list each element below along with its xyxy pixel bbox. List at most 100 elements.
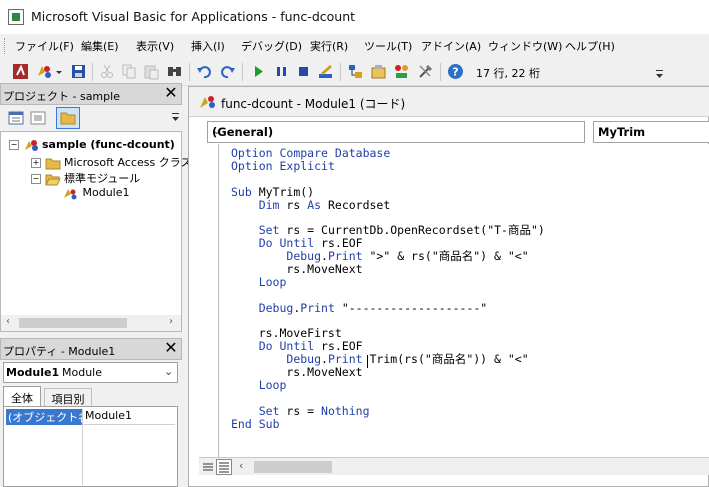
cut-icon[interactable] bbox=[99, 63, 116, 80]
tree-item-access-class[interactable]: + Microsoft Access クラス bbox=[31, 154, 192, 170]
tree-item-standard-modules[interactable]: − 標準モジュール bbox=[31, 170, 140, 186]
save-icon[interactable] bbox=[70, 63, 87, 80]
code-line[interactable]: Loop bbox=[231, 275, 545, 289]
procedure-view-icon[interactable] bbox=[201, 460, 215, 474]
insert-module-icon[interactable] bbox=[36, 63, 53, 80]
toolbar-separator bbox=[92, 63, 93, 81]
menu-view[interactable]: 表示(V) bbox=[136, 38, 174, 54]
tree-root[interactable]: − sample (func-dcount) bbox=[9, 138, 175, 152]
scrollbar-thumb[interactable] bbox=[19, 318, 127, 328]
menu-file[interactable]: ファイル(F) bbox=[15, 38, 74, 54]
view-code-icon[interactable] bbox=[8, 110, 24, 126]
folder-icon bbox=[45, 158, 60, 169]
properties-tabs: 全体 項目別 bbox=[0, 384, 182, 406]
code-line[interactable]: End Sub bbox=[231, 417, 545, 431]
tree-item-module1[interactable]: Module1 bbox=[63, 186, 130, 200]
help-icon[interactable]: ? bbox=[447, 63, 464, 80]
toolbar-separator bbox=[340, 63, 341, 81]
project-tree: − sample (func-dcount) + Microsoft Acces… bbox=[0, 131, 192, 332]
undo-icon[interactable] bbox=[196, 63, 213, 80]
code-line[interactable]: Dim rs As Recordset bbox=[231, 198, 545, 212]
close-icon[interactable]: ✕ bbox=[162, 85, 180, 103]
tree-item-label: Module1 bbox=[82, 186, 130, 199]
toolbox-icon[interactable] bbox=[417, 63, 434, 80]
toggle-folders-button[interactable] bbox=[56, 107, 80, 129]
menu-insert[interactable]: 挿入(I) bbox=[191, 38, 225, 54]
project-pane-title: プロジェクト - sample bbox=[3, 90, 120, 103]
indicator-margin[interactable] bbox=[199, 144, 219, 457]
scroll-left-icon[interactable]: ‹ bbox=[239, 459, 243, 472]
object-name: Module1 bbox=[6, 366, 60, 379]
code-line[interactable]: Debug.Print "-------------------" bbox=[231, 301, 545, 315]
copy-icon[interactable] bbox=[121, 63, 138, 80]
procedure-combo[interactable]: MyTrim bbox=[593, 121, 709, 143]
code-line[interactable] bbox=[231, 173, 545, 186]
design-mode-icon[interactable] bbox=[317, 63, 334, 80]
toolbar-separator bbox=[189, 63, 190, 81]
property-value[interactable]: Module1 bbox=[83, 409, 175, 425]
tree-item-label: 標準モジュール bbox=[64, 172, 141, 185]
code-statusbar: ‹ bbox=[199, 457, 709, 475]
module-icon bbox=[64, 188, 77, 199]
code-line[interactable]: Loop bbox=[231, 379, 545, 392]
open-folder-icon bbox=[44, 174, 61, 185]
code-line[interactable]: Option Compare Database bbox=[231, 147, 545, 160]
code-window: func-dcount - Module1 (コード) (General) ⌄ … bbox=[188, 86, 709, 487]
tab-alphabetic[interactable]: 全体 bbox=[3, 386, 41, 406]
menu-grip[interactable] bbox=[4, 38, 7, 54]
procedure-combo-value: MyTrim bbox=[598, 125, 646, 139]
menu-edit[interactable]: 編集(E) bbox=[81, 38, 119, 54]
tree-item-label: Microsoft Access クラス bbox=[64, 156, 192, 169]
object-type: Module bbox=[62, 366, 102, 379]
menu-window[interactable]: ウィンドウ(W) bbox=[488, 38, 562, 54]
toolbar-options-icon[interactable] bbox=[655, 68, 665, 82]
project-explorer-icon[interactable] bbox=[347, 63, 364, 80]
horizontal-scrollbar[interactable]: ‹ › bbox=[1, 315, 181, 331]
code-line[interactable]: Option Explicit bbox=[231, 159, 545, 173]
menu-bar: ファイル(F) 編集(E) 表示(V) 挿入(I) デバッグ(D) 実行(R) … bbox=[0, 34, 709, 58]
object-selector[interactable]: Module1 Module ⌄ bbox=[3, 362, 178, 383]
dropdown-arrow-icon[interactable] bbox=[55, 63, 63, 80]
project-pane-header: プロジェクト - sample ✕ bbox=[0, 83, 182, 105]
properties-pane-title: プロパティ - Module1 bbox=[3, 345, 116, 358]
break-icon[interactable] bbox=[273, 63, 290, 80]
close-icon[interactable]: ✕ bbox=[162, 340, 180, 358]
module-icon bbox=[199, 94, 217, 110]
menu-addins[interactable]: アドイン(A) bbox=[421, 38, 481, 54]
pane-options-icon[interactable] bbox=[171, 111, 181, 125]
project-icon bbox=[24, 140, 38, 151]
project-root-label: sample (func-dcount) bbox=[42, 138, 175, 151]
menu-run[interactable]: 実行(R) bbox=[310, 38, 348, 54]
reset-icon[interactable] bbox=[295, 63, 312, 80]
property-key-selected[interactable]: (オブジェクト名) bbox=[6, 409, 94, 425]
cursor-position: 17 行, 22 桁 bbox=[476, 67, 540, 80]
scrollbar-thumb[interactable] bbox=[254, 461, 332, 473]
run-icon[interactable] bbox=[250, 63, 267, 80]
chevron-down-icon[interactable]: ⌄ bbox=[212, 124, 580, 137]
toolbar-separator bbox=[440, 63, 441, 81]
collapse-icon[interactable]: − bbox=[31, 174, 41, 184]
view-object-icon[interactable] bbox=[30, 110, 46, 126]
scroll-right-icon[interactable]: › bbox=[169, 316, 173, 327]
chevron-down-icon[interactable]: ⌄ bbox=[164, 365, 173, 378]
standard-toolbar: ? 17 行, 22 桁 bbox=[0, 58, 709, 86]
code-text[interactable]: Option Compare Database Option Explicit Su… bbox=[231, 147, 545, 431]
scroll-left-icon[interactable]: ‹ bbox=[6, 316, 10, 327]
tab-categorized[interactable]: 項目別 bbox=[44, 388, 92, 406]
find-icon[interactable] bbox=[166, 63, 183, 80]
menu-help[interactable]: ヘルプ(H) bbox=[565, 38, 615, 54]
menu-debug[interactable]: デバッグ(D) bbox=[241, 38, 302, 54]
access-view-icon[interactable] bbox=[12, 63, 29, 80]
paste-icon[interactable] bbox=[143, 63, 160, 80]
full-module-view-icon[interactable] bbox=[216, 459, 232, 475]
object-browser-icon[interactable] bbox=[393, 63, 410, 80]
grid-divider bbox=[82, 409, 83, 485]
project-toolbar bbox=[0, 105, 182, 131]
redo-icon[interactable] bbox=[219, 63, 236, 80]
code-window-title: func-dcount - Module1 (コード) bbox=[221, 97, 406, 111]
menu-tools[interactable]: ツール(T) bbox=[364, 38, 412, 54]
object-combo[interactable]: (General) ⌄ bbox=[207, 121, 585, 143]
collapse-icon[interactable]: − bbox=[9, 140, 19, 150]
expand-icon[interactable]: + bbox=[31, 158, 41, 168]
properties-icon[interactable] bbox=[370, 63, 387, 80]
